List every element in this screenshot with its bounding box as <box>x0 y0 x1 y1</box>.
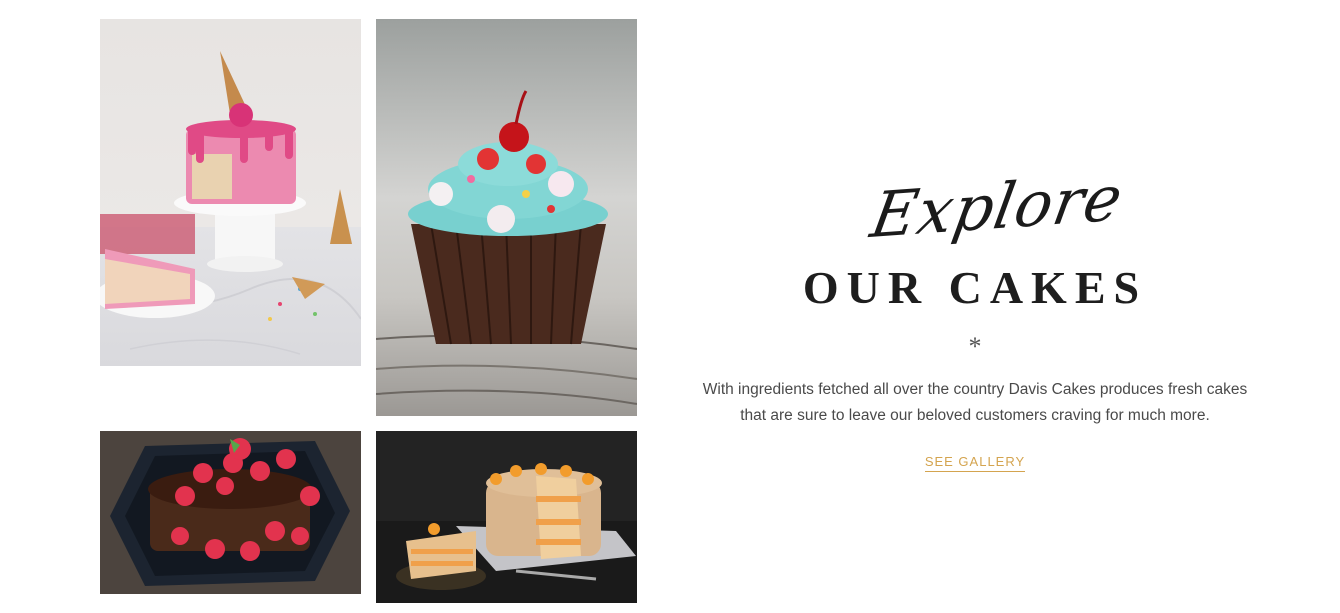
gallery-image-raspberry-chocolate-cake[interactable] <box>100 431 361 594</box>
section-heading: Explore OUR CAKES * <box>700 161 1250 360</box>
see-gallery-link[interactable]: SEE GALLERY <box>924 454 1026 472</box>
layer-cake-photo-icon <box>376 431 637 603</box>
gallery-image-orange-layer-cake[interactable] <box>376 431 637 603</box>
cta-wrapper: SEE GALLERY <box>700 453 1250 472</box>
section-title: OUR CAKES <box>802 262 1148 313</box>
page: Explore OUR CAKES * With ingredients fet… <box>0 0 1340 613</box>
section-description: With ingredients fetched all over the co… <box>702 381 1248 424</box>
asterisk-divider-icon: * <box>968 332 982 361</box>
cake-photo-icon <box>100 19 361 366</box>
gallery-image-cherry-cupcake[interactable] <box>376 19 637 416</box>
script-title: Explore <box>865 160 1129 253</box>
chocolate-cake-photo-icon <box>100 431 361 594</box>
explore-section: Explore OUR CAKES * With ingredients fet… <box>700 161 1250 472</box>
cupcake-photo-icon <box>376 19 637 416</box>
gallery-image-funfetti-drip-cake[interactable] <box>100 19 361 366</box>
